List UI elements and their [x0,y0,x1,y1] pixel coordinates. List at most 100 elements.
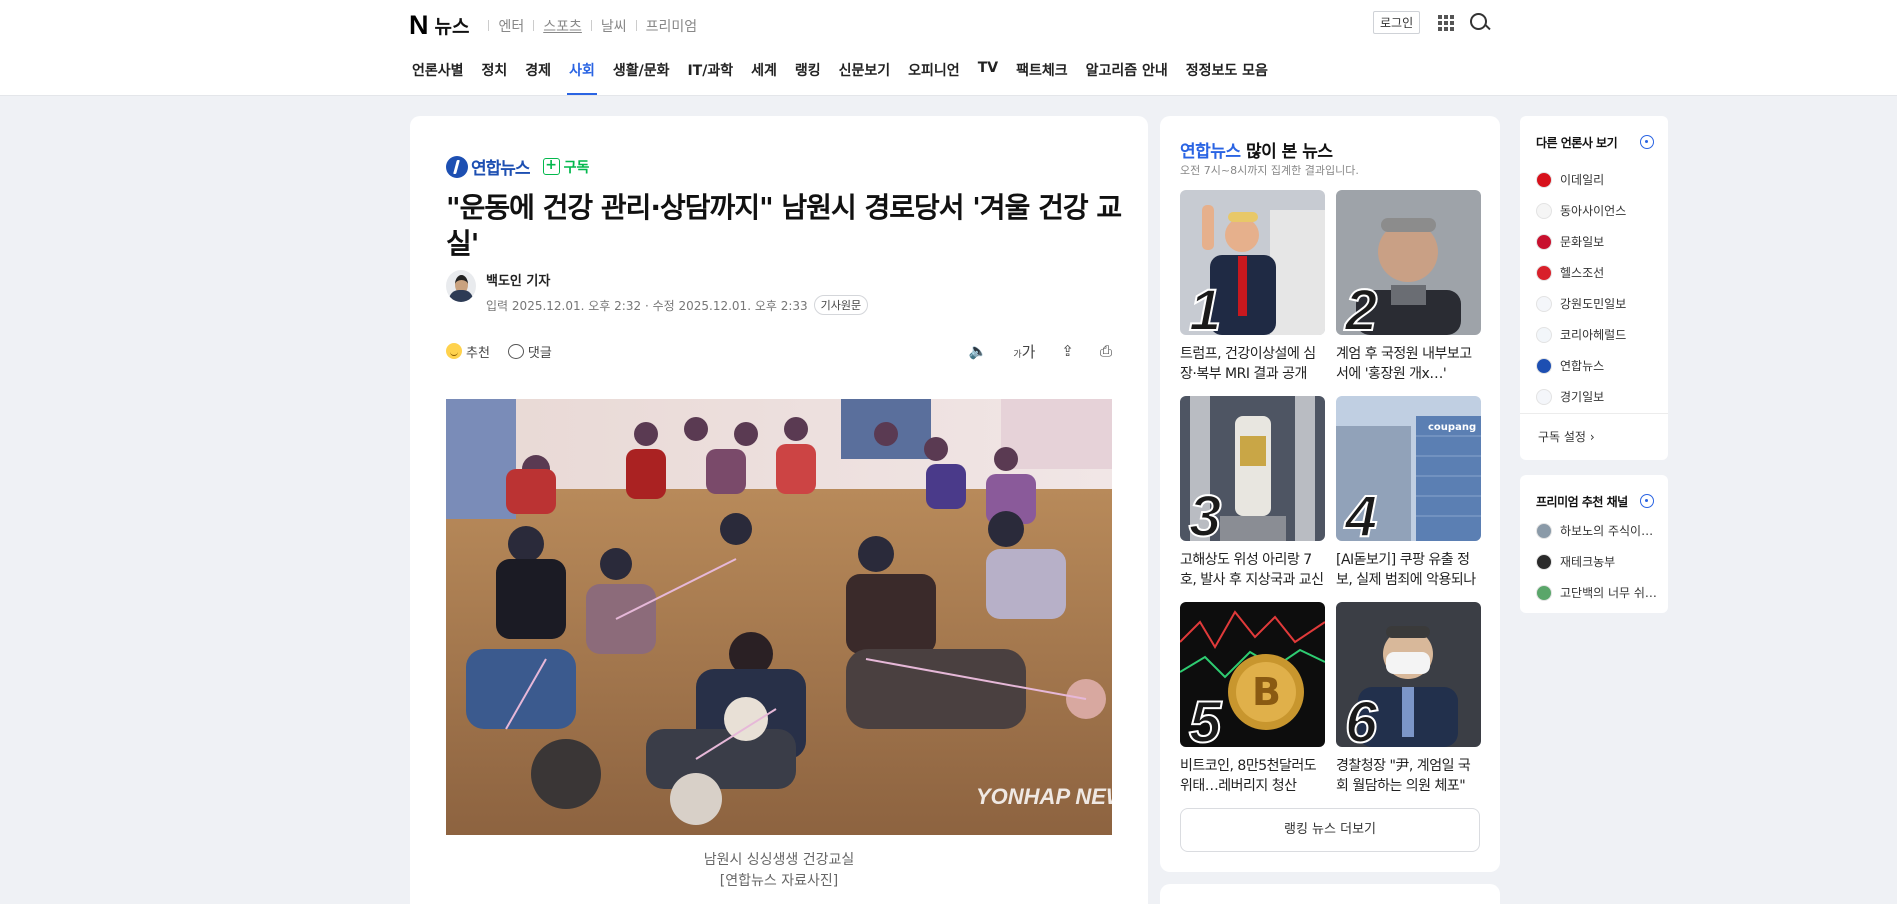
channel-avatar [1536,553,1552,570]
subscribe-button[interactable]: + 구독 [542,157,590,177]
subscribe-label: 구독 [563,159,590,176]
press-logo-icon [1536,357,1552,374]
press-logo-icon [1536,171,1552,188]
service-link-sports[interactable]: 스포츠 [543,16,582,36]
tab-by-press[interactable]: 언론사별 [412,60,464,95]
rank-number: 4 [1344,484,1378,542]
search-icon[interactable] [1469,12,1491,34]
channel-avatar [1536,522,1552,539]
press-item[interactable]: 경기일보 [1536,381,1626,412]
font-size-button[interactable]: 가가 [1013,341,1035,362]
article-actions: 추천 댓글 🔈 가가 ⇪ ⎙ [446,339,1112,363]
caption-line-2: [연합뉴스 자료사진] [719,873,839,889]
ranking-item-title: 트럼프, 건강이상설에 심장·복부 MRI 결과 공개 [1180,346,1316,382]
rank-number: 1 [1188,278,1222,336]
press-item[interactable]: 문화일보 [1536,226,1626,257]
ranking-item-title: 계엄 후 국정원 내부보고서에 '홍장원 개x…' [1336,346,1472,382]
original-article-button[interactable]: 기사원문 [813,295,869,315]
ranking-item-6[interactable]: 6 경찰청장 "尹, 계엄일 국회 월담하는 의원 체포" [1336,602,1481,796]
tab-world[interactable]: 세계 [751,60,777,95]
tab-it-science[interactable]: IT/과학 [687,60,733,95]
tab-ranking[interactable]: 랭킹 [795,60,821,95]
premium-list: 하보노의 주식이… 재테크농부 고단백의 너무 쉬… [1536,515,1657,608]
ranking-more-button[interactable]: 랭킹 뉴스 더보기 [1180,808,1480,852]
tab-algorithm[interactable]: 알고리즘 안내 [1086,60,1168,95]
ranking-item-title: [AI돋보기] 쿠팡 유출 정보, 실제 범죄에 악용되나 [1336,552,1476,588]
press-item[interactable]: 코리아헤럴드 [1536,319,1626,350]
yonhap-logo-icon[interactable] [446,155,468,178]
tab-factcheck[interactable]: 팩트체크 [1016,60,1068,95]
tab-opinion[interactable]: 오피니언 [908,60,960,95]
apps-grid-icon[interactable] [1438,14,1455,31]
reporter-name[interactable]: 백도인 기자 [486,270,868,289]
ranking-item-1[interactable]: 1 트럼프, 건강이상설에 심장·복부 MRI 결과 공개 [1180,190,1325,384]
plus-icon: + [542,158,560,175]
audio-speaker-icon[interactable]: 🔈 [969,342,988,360]
reporter-avatar[interactable] [446,270,476,302]
article-dates: 입력 2025.12.01. 오후 2:32 · 수정 2025.12.01. … [486,295,869,315]
press-logo-icon [1536,388,1552,405]
press-item[interactable]: 연합뉴스 [1536,350,1626,381]
service-link-premium[interactable]: 프리미엄 [646,16,698,36]
press-item[interactable]: 동아사이언스 [1536,195,1626,226]
ranking-thumbnail: 2 [1336,190,1481,335]
article-card: 연합뉴스 + 구독 "운동에 건강 관리·상담까지" 남원시 경로당서 '겨울 … [410,116,1148,904]
svg-text:B: B [1252,670,1281,714]
tab-society[interactable]: 사회 [567,60,597,95]
press-logo-icon [1536,233,1552,250]
ranking-item-3[interactable]: 3 고해상도 위성 아리랑 7호, 발사 후 지상국과 교신 [1180,396,1325,590]
share-icon[interactable]: ⇪ [1061,342,1074,360]
modified-label: · 수정 [644,298,675,313]
press-name[interactable]: 연합뉴스 [471,154,531,179]
ranking-item-2[interactable]: 2 계엄 후 국정원 내부보고서에 '홍장원 개x…' [1336,190,1481,384]
service-link-entertainment[interactable]: 엔터 [498,16,524,36]
premium-item[interactable]: 고단백의 너무 쉬… [1536,577,1657,608]
comment-label: 댓글 [527,345,552,361]
tab-life-culture[interactable]: 생활/문화 [613,60,670,95]
print-icon[interactable]: ⎙ [1100,342,1112,360]
tab-newspaper[interactable]: 신문보기 [839,60,891,95]
ranking-thumbnail: coupang 4 [1336,396,1481,541]
service-link-weather[interactable]: 날씨 [601,16,627,36]
comment-button[interactable]: 댓글 [507,342,552,361]
article-photo[interactable]: YONHAP NEWS [446,399,1112,835]
ranking-item-4[interactable]: coupang 4 [AI돋보기] 쿠팡 유출 정보, 실제 범죄에 악용되나 [1336,396,1481,590]
ranking-card: 연합뉴스 많이 본 뉴스 오전 7시~8시까지 집계한 결과입니다. 1 트럼프… [1160,116,1500,872]
recommend-button[interactable]: 추천 [446,342,490,361]
press-logo-icon [1536,202,1552,219]
ranking-title[interactable]: 연합뉴스 많이 본 뉴스 [1180,137,1333,162]
press-item[interactable]: 강원도민일보 [1536,288,1626,319]
tab-corrections[interactable]: 정정보도 모음 [1186,60,1268,95]
header-tools: 로그인 [1373,11,1491,34]
login-button[interactable]: 로그인 [1373,11,1421,34]
other-press-panel: 다른 언론사 보기 이데일리 동아사이언스 문화일보 헬스조선 강원도민일보 코… [1520,116,1668,460]
caption-line-1: 남원시 싱싱생생 건강교실 [703,852,855,868]
divider [1520,413,1668,414]
rank-number: 2 [1344,278,1378,336]
press-item[interactable]: 이데일리 [1536,164,1626,195]
ranking-item-5[interactable]: B 5 비트코인, 8만5천달러도 위태…레버리지 청산 [1180,602,1325,796]
subscription-settings-link[interactable]: 구독 설정 › [1538,428,1595,445]
press-logo-icon [1536,295,1552,312]
ranking-item-title: 비트코인, 8만5천달러도 위태…레버리지 청산 [1180,758,1317,794]
tab-economy[interactable]: 경제 [525,60,551,95]
tab-tv[interactable]: TV [978,60,998,95]
photo-watermark: YONHAP NEWS [976,784,1112,809]
ranking-grid: 1 트럼프, 건강이상설에 심장·복부 MRI 결과 공개 2 계엄 후 국정원… [1180,190,1481,796]
byline: 백도인 기자 입력 2025.12.01. 오후 2:32 · 수정 2025.… [446,270,869,315]
news-logo[interactable]: 뉴스 [435,12,470,39]
article-tools: 🔈 가가 ⇪ ⎙ [943,341,1112,362]
category-nav: 언론사별 정치 경제 사회 생활/문화 IT/과학 세계 랭킹 신문보기 오피니… [403,60,1277,95]
premium-item[interactable]: 재테크농부 [1536,546,1657,577]
press-item[interactable]: 헬스조선 [1536,257,1626,288]
svg-text:coupang: coupang [1428,422,1476,433]
naver-logo[interactable]: N [409,10,428,41]
premium-item[interactable]: 하보노의 주식이… [1536,515,1657,546]
press-logo-icon [1536,264,1552,281]
press-logo-icon [1536,326,1552,343]
ranking-subtitle: 오전 7시~8시까지 집계한 결과입니다. [1180,164,1359,177]
refresh-icon[interactable] [1640,135,1654,149]
refresh-icon[interactable] [1640,494,1654,508]
premium-title: 프리미엄 추천 채널 [1536,495,1628,509]
tab-politics[interactable]: 정치 [482,60,508,95]
